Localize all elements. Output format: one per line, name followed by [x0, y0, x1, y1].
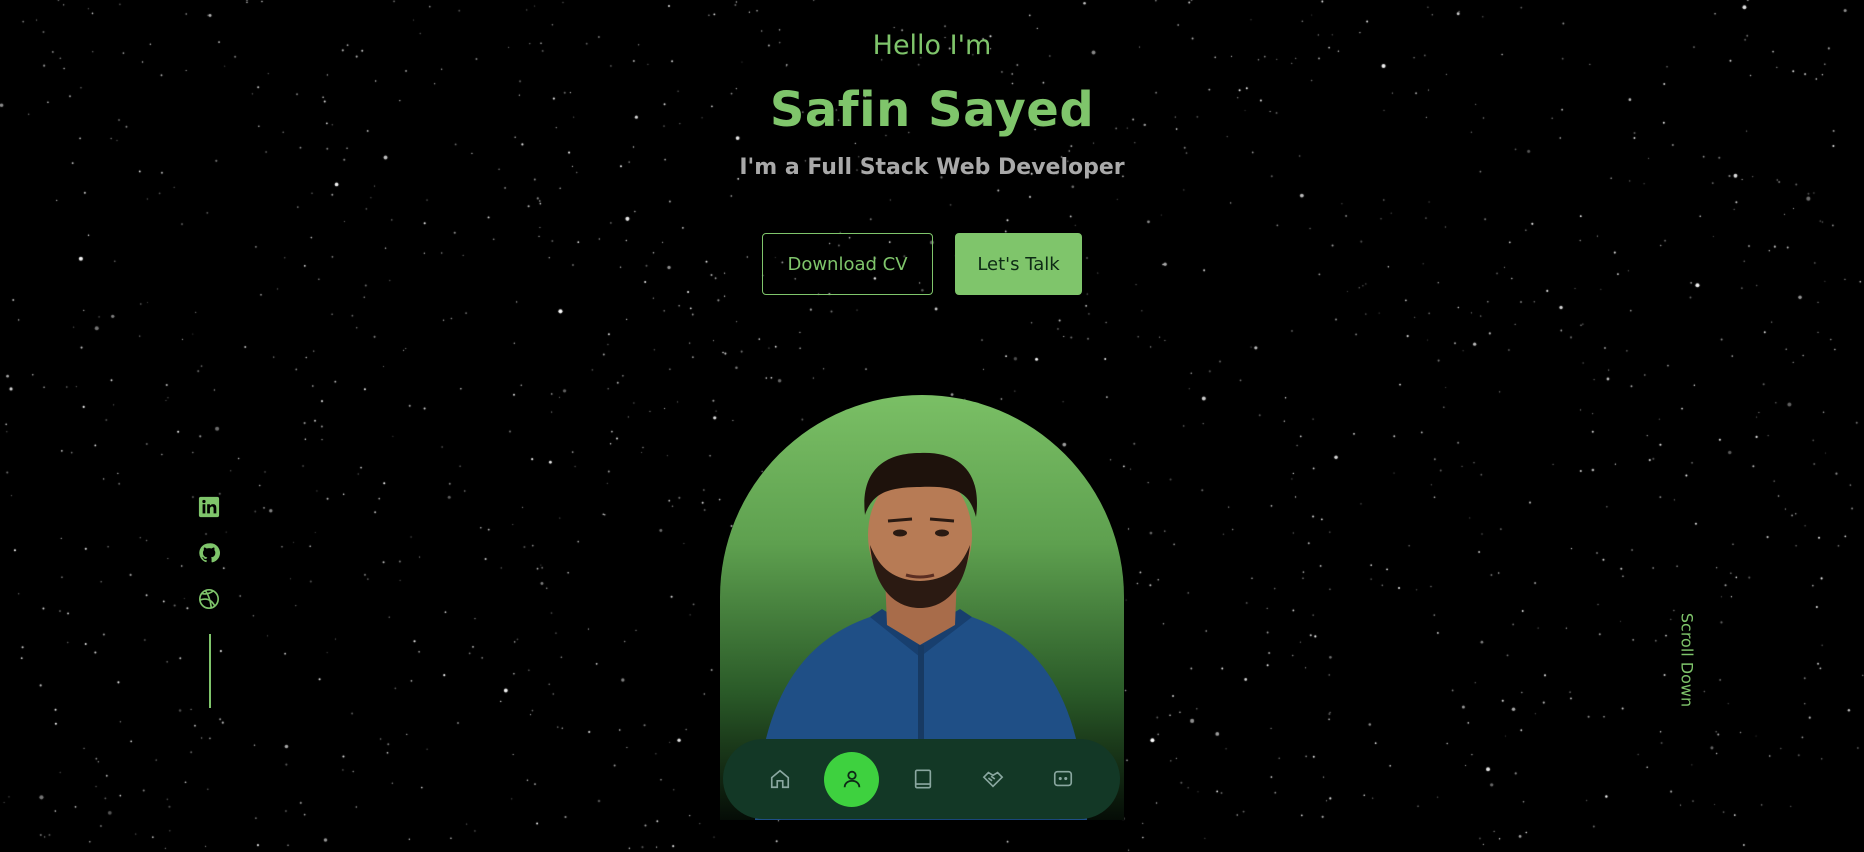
hero-name: Safin Sayed — [769, 82, 1095, 138]
handshake-icon — [982, 771, 1004, 788]
hero-role: I'm a Full Stack Web Developer — [739, 155, 1125, 180]
social-divider-line — [209, 634, 211, 708]
user-icon — [843, 770, 860, 788]
nav-about[interactable] — [824, 751, 879, 807]
github-icon[interactable] — [198, 542, 222, 566]
linkedin-icon[interactable] — [198, 496, 222, 520]
scroll-down-link[interactable]: Scroll Down — [1672, 610, 1702, 710]
bottom-navigation — [723, 739, 1120, 819]
nav-services[interactable] — [967, 753, 1019, 805]
book-icon — [914, 769, 932, 789]
chat-icon — [1053, 770, 1073, 787]
nav-experience[interactable] — [897, 753, 949, 805]
nav-home[interactable] — [754, 753, 806, 805]
scroll-down-label: Scroll Down — [1677, 612, 1697, 708]
dribbble-icon[interactable] — [198, 588, 222, 612]
social-links — [196, 496, 224, 634]
nav-contact[interactable] — [1037, 753, 1089, 805]
lets-talk-button[interactable]: Let's Talk — [955, 233, 1082, 295]
home-icon — [770, 769, 790, 789]
download-cv-button[interactable]: Download CV — [762, 233, 933, 295]
greeting-text: Hello I'm — [872, 30, 992, 61]
